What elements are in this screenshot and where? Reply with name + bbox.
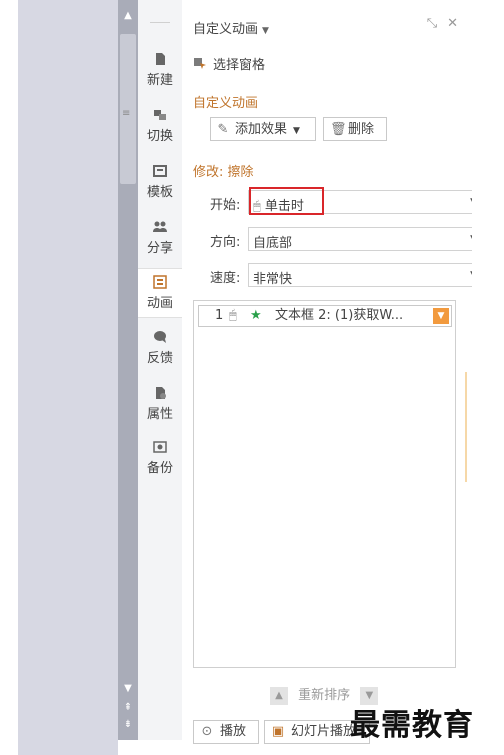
share-icon [153,221,167,232]
slideshow-icon: ▣ [271,724,285,739]
sidebar-divider [150,22,170,23]
speed-row: 速度: 非常快 ▼ [210,263,484,287]
sidebar-item-label: 新建 [146,73,173,88]
play-icon: ⊙ [201,724,213,739]
backup-icon [153,441,167,453]
task-sidebar: 新建 切换 模板 分享 动画 反馈 属性 备份 [138,0,183,740]
sidebar-item-feedback[interactable]: 反馈 [138,330,182,366]
slide-canvas-area [18,0,118,755]
reorder-label: 重新排序 [298,688,351,703]
sidebar-item-backup[interactable]: 备份 [138,440,182,476]
direction-row: 方向: 自底部 ▼ [210,227,484,251]
edge-accent [465,372,467,482]
sidebar-item-label: 模板 [146,185,173,200]
selection-pane-link[interactable]: 选择窗格 [193,54,265,73]
animation-list[interactable]: 1 🖱 ★ 文本框 2: (1)获取W... ▼ [193,300,456,668]
animation-icon [153,275,167,289]
star-icon: ★ [250,308,262,323]
prev-page-icon[interactable]: ⇞ [122,702,134,714]
sidebar-item-switch[interactable]: 切换 [138,108,182,144]
chevron-down-icon[interactable]: ▼ [433,308,449,324]
collapse-icon[interactable]: ⤡ [427,16,437,31]
left-margin [0,0,18,755]
panel-header-icons: ⤡ ✕ [417,16,458,31]
sidebar-item-label: 切换 [146,129,173,144]
sidebar-item-label: 属性 [146,407,173,422]
chevron-down-icon: ▼ [293,126,300,136]
start-select[interactable]: 🖱单击时 ▼ [248,187,484,215]
sidebar-item-label: 动画 [146,296,173,311]
close-icon[interactable]: ✕ [447,16,458,31]
mouse-icon: 🖱 [229,308,237,323]
panel-title[interactable]: 自定义动画 ▼ [193,18,269,37]
speed-label: 速度: [210,271,241,286]
modify-heading: 修改: 擦除 [193,165,254,180]
sidebar-item-properties[interactable]: 属性 [138,386,182,422]
next-page-icon[interactable]: ⇟ [122,719,134,731]
sidebar-item-template[interactable]: 模板 [138,164,182,200]
template-icon [153,165,167,177]
splitter-grip-icon[interactable]: ≡ [122,108,132,119]
feedback-icon [154,331,166,343]
delete-button[interactable]: 🗑删除 [323,117,387,141]
speed-select[interactable]: 非常快 ▼ [248,263,484,287]
start-label: 开始: [210,198,241,213]
sidebar-item-new[interactable]: 新建 [138,52,182,88]
play-button[interactable]: ⊙ 播放 [193,720,259,744]
mouse-icon: 🖱 [253,199,261,214]
scroll-up-icon[interactable]: ▲ [122,10,134,22]
pencil-icon: ✎ [217,122,229,137]
watermark-logo: 最需教育 [350,708,474,743]
add-effect-button[interactable]: ✎ 添加效果 ▼ [210,117,316,141]
sidebar-item-label: 反馈 [146,351,173,366]
chevron-down-icon: ▼ [262,26,269,36]
sidebar-item-label: 备份 [146,461,173,476]
arrow-up-icon[interactable]: ▲ [270,686,288,705]
custom-animation-heading: 自定义动画 [193,96,259,111]
sidebar-item-label: 分享 [146,241,173,256]
custom-animation-panel: 自定义动画 ▼ ⤡ ✕ 选择窗格 自定义动画 ✎ 添加效果 ▼ 🗑删除 修改: 擦除 开… [182,0,484,755]
properties-icon [156,387,166,399]
switch-icon [154,110,166,120]
start-row: 开始: 🖱单击时 ▼ [210,187,484,215]
list-item[interactable]: 1 🖱 ★ 文本框 2: (1)获取W... ▼ [198,305,452,327]
direction-label: 方向: [210,235,241,250]
sidebar-item-share[interactable]: 分享 [138,220,182,256]
direction-select[interactable]: 自底部 ▼ [248,227,484,251]
sidebar-item-animation[interactable]: 动画 [138,268,182,318]
selection-pane-icon [194,58,206,69]
right-margin [472,0,504,755]
trash-icon: 🗑 [330,122,347,137]
new-icon [156,53,165,65]
scroll-down-icon[interactable]: ▼ [122,683,134,695]
